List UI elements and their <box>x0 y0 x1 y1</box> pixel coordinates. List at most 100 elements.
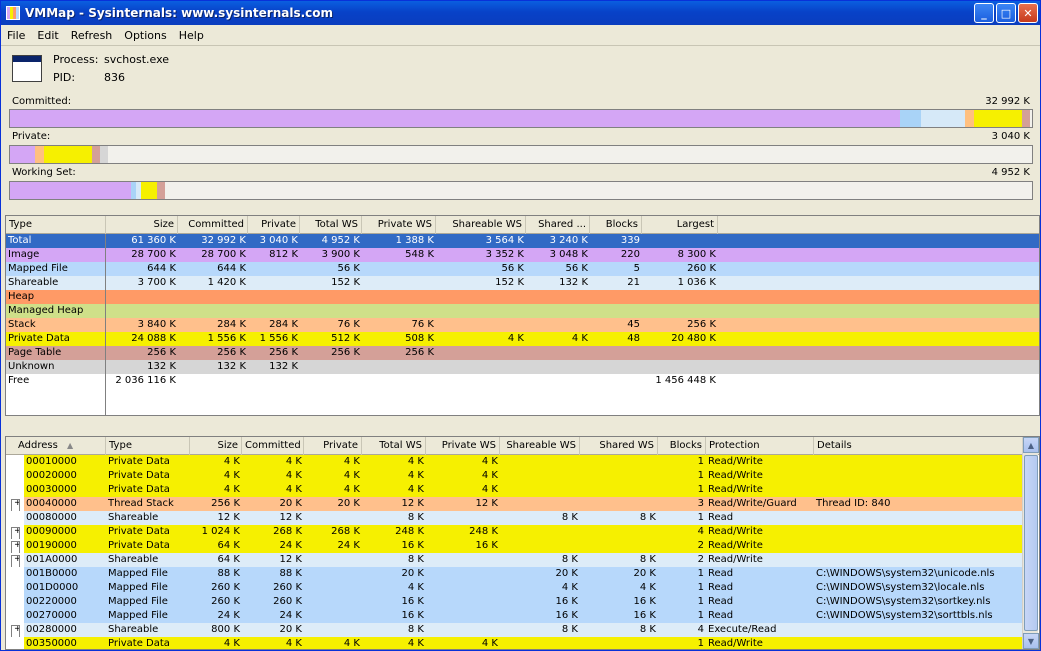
process-window-icon <box>12 55 42 82</box>
summary-row[interactable]: Mapped File 644 K 644 K 56 K 56 K 56 K 5 260 K <box>6 262 1039 276</box>
summary-row[interactable]: Image 28 700 K 28 700 K 812 K 3 900 K 548 K 3 … <box>6 248 1039 262</box>
summary-row[interactable]: Managed Heap <box>6 304 1039 318</box>
details-row[interactable]: 001B0000 Mapped File 88 K 88 K 20 K 20 K 20 K 1… <box>6 567 1023 581</box>
details-table[interactable]: Address Type Size Committed Private Total WS P… <box>5 436 1040 650</box>
details-row[interactable]: +00190000Private Data64 K24 K24 K16 K16 … <box>6 539 1023 555</box>
details-col-type[interactable]: Type <box>106 437 190 455</box>
details-cell-private-ws: 4 K <box>481 456 498 467</box>
menu-refresh[interactable]: Refresh <box>65 29 119 42</box>
details-cell-total-ws: 12 K <box>401 498 424 509</box>
details-row[interactable]: 00220000 Mapped File 260 K 260 K 16 K 16 K 16 … <box>6 595 1023 609</box>
summary-col-blocks[interactable]: Blocks <box>590 216 642 234</box>
summary-col-type[interactable]: Type <box>6 216 106 234</box>
summary-cell-largest: 260 K <box>687 263 716 274</box>
summary-col-largest[interactable]: Largest <box>642 216 718 234</box>
details-row[interactable]: +00040000Thread Stack256 K20 K20 K12 K12… <box>6 497 1023 513</box>
details-cell-shared-ws <box>580 525 658 539</box>
details-cell-private: 24 K <box>337 540 360 551</box>
menu-help[interactable]: Help <box>173 29 210 42</box>
details-row[interactable]: 001D0000 Mapped File 260 K 260 K 4 K 4 K 4 K 1R… <box>6 581 1023 595</box>
summary-row[interactable]: Free 2 036 116 K 1 456 448 K <box>6 374 1039 388</box>
details-cell-private: 268 K <box>331 526 360 537</box>
details-cell-address: 00020000 <box>24 469 106 483</box>
summary-cell-type: Mapped File <box>8 263 68 274</box>
summary-cell-type: Unknown <box>8 361 55 372</box>
details-col-details[interactable]: Details <box>814 437 1024 455</box>
summary-cell-shareable-ws: 152 K <box>495 277 524 288</box>
summary-cell-private: 284 K <box>269 319 298 330</box>
summary-col-shareable-ws[interactable]: Shareable WS <box>436 216 526 234</box>
close-button[interactable]: ✕ <box>1018 3 1038 23</box>
summary-cell-size: 2 036 116 K <box>115 375 176 386</box>
summary-cell-largest: 256 K <box>687 319 716 330</box>
details-cell-protection: Read/Write <box>708 470 763 481</box>
details-row[interactable]: 00030000 Private Data 4 K 4 K 4 K 4 K 4 K 1 Read… <box>6 483 1023 497</box>
menu-file[interactable]: File <box>1 29 31 42</box>
summary-col-committed[interactable]: Committed <box>178 216 248 234</box>
menu-edit[interactable]: Edit <box>31 29 64 42</box>
details-cell-details <box>814 553 1024 567</box>
details-scrollbar[interactable]: ▲ ▼ <box>1022 437 1039 649</box>
details-col-address[interactable]: Address <box>6 437 106 455</box>
details-row[interactable]: 00020000 Private Data 4 K 4 K 4 K 4 K 4 K 1 Read… <box>6 469 1023 483</box>
minimize-button[interactable]: _ <box>974 3 994 23</box>
summary-row[interactable]: Heap <box>6 290 1039 304</box>
summary-col-private[interactable]: Private <box>248 216 300 234</box>
summary-row[interactable]: Page Table 256 K 256 K 256 K 256 K 256 K <box>6 346 1039 360</box>
summary-cell-committed: 32 992 K <box>201 235 246 246</box>
details-col-private-ws[interactable]: Private WS <box>426 437 500 455</box>
details-row[interactable]: +00280000Shareable800 K20 K8 K8 K8 K4Exe… <box>6 623 1023 639</box>
scroll-thumb[interactable] <box>1024 455 1038 631</box>
summary-col-total-ws[interactable]: Total WS <box>300 216 362 234</box>
details-row[interactable]: +00090000Private Data1 024 K268 K268 K24… <box>6 525 1023 541</box>
summary-row[interactable]: Unknown 132 K 132 K 132 K <box>6 360 1039 374</box>
meter-segment <box>900 110 921 127</box>
details-col-committed[interactable]: Committed <box>242 437 304 455</box>
details-col-total-ws[interactable]: Total WS <box>362 437 426 455</box>
title-bar[interactable]: VMMap - Sysinternals: www.sysinternals.c… <box>1 1 1040 25</box>
details-col-protection[interactable]: Protection <box>706 437 814 455</box>
summary-row[interactable]: Stack 3 840 K 284 K 284 K 76 K 76 K 45 256 K <box>6 318 1039 332</box>
summary-cell-private <box>248 262 300 276</box>
summary-cell-total-ws <box>300 360 362 374</box>
details-cell-shared-ws <box>580 455 658 469</box>
details-row[interactable]: 00350000 Private Data 4 K 4 K 4 K 4 K 4 K 1 Read… <box>6 637 1023 649</box>
summary-col-size[interactable]: Size <box>106 216 178 234</box>
summary-col-shared-ws[interactable]: Shared ... <box>526 216 590 234</box>
details-col-blocks[interactable]: Blocks <box>658 437 706 455</box>
summary-cell-private-ws: 508 K <box>405 333 434 344</box>
details-cell-blocks: 4 <box>697 526 704 537</box>
summary-table[interactable]: Type Size Committed Private Total WS Private … <box>5 215 1040 416</box>
details-cell-shareable-ws: 16 K <box>555 596 578 607</box>
summary-row[interactable]: Private Data 24 088 K 1 556 K 1 556 K 512 K 5… <box>6 332 1039 346</box>
details-row[interactable]: +001A0000Shareable64 K12 K8 K8 K8 K2Read… <box>6 553 1024 569</box>
scroll-up-arrow-icon[interactable]: ▲ <box>1023 437 1039 453</box>
details-col-private[interactable]: Private <box>304 437 362 455</box>
summary-cell-shared-ws <box>526 290 590 304</box>
details-col-size[interactable]: Size <box>190 437 242 455</box>
meter-segment <box>43 146 92 163</box>
summary-cell-blocks: 45 <box>627 319 640 330</box>
summary-row[interactable]: Shareable 3 700 K 1 420 K 152 K 152 K 132 K 21… <box>6 276 1039 290</box>
summary-col-private-ws[interactable]: Private WS <box>362 216 436 234</box>
committed-bar <box>9 109 1033 128</box>
summary-cell-shared-ws <box>526 346 590 360</box>
details-cell-size: 64 K <box>217 540 240 551</box>
details-row[interactable]: 00080000 Shareable 12 K 12 K 8 K 8 K 8 K 1 Read <box>6 511 1023 525</box>
maximize-button[interactable]: □ <box>996 3 1016 23</box>
details-cell-private <box>304 595 362 609</box>
summary-cell-type: Image <box>8 249 40 260</box>
details-row[interactable]: 00010000 Private Data 4 K 4 K 4 K 4 K 4 K 1 Read… <box>6 455 1023 469</box>
details-cell-shareable-ws: 4 K <box>561 582 578 593</box>
details-cell-protection: Read <box>708 596 734 607</box>
details-col-shareable-ws[interactable]: Shareable WS <box>500 437 580 455</box>
summary-cell-shared-ws <box>526 304 590 318</box>
details-col-shared-ws[interactable]: Shared WS <box>580 437 658 455</box>
menu-options[interactable]: Options <box>118 29 172 42</box>
details-cell-type: Thread Stack <box>108 498 174 509</box>
details-row[interactable]: 00270000 Mapped File 24 K 24 K 16 K 16 K 16 K 1… <box>6 609 1023 623</box>
summary-row[interactable]: Total 61 360 K 32 992 K 3 040 K 4 952 K 1 388… <box>6 234 1039 248</box>
meter-segment <box>973 110 1022 127</box>
details-cell-shared-ws: 8 K <box>639 512 656 523</box>
scroll-down-arrow-icon[interactable]: ▼ <box>1023 633 1039 649</box>
